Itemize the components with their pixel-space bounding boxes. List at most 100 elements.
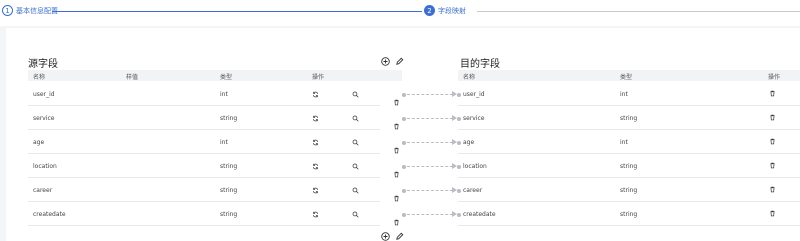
search-icon[interactable] <box>352 139 359 146</box>
table-row: location string <box>28 154 380 178</box>
search-icon[interactable] <box>352 163 359 170</box>
trash-icon[interactable] <box>393 139 400 154</box>
step-label: 字段映射 <box>438 6 466 15</box>
target-field-name: career <box>463 187 483 194</box>
source-table-header: 名称 样值 类型 操作 <box>28 70 402 81</box>
target-field-name: service <box>463 115 485 122</box>
table-row: user_id int <box>458 82 800 106</box>
column-header-type: 类型 <box>620 74 633 81</box>
refresh-icon[interactable] <box>312 115 319 122</box>
trash-icon[interactable] <box>769 186 776 193</box>
refresh-icon[interactable] <box>312 139 319 146</box>
search-icon[interactable] <box>352 211 359 218</box>
table-row: age int <box>28 130 380 154</box>
field-mapping-panel: 源字段 目的字段 名称 样值 类型 操作 名称 类型 操作 user_id in… <box>6 28 800 241</box>
source-field-type: string <box>220 163 238 170</box>
column-header-actions: 操作 <box>312 74 325 81</box>
step-field-mapping[interactable]: 2 字段映射 <box>424 5 466 16</box>
refresh-icon[interactable] <box>312 187 319 194</box>
trash-icon[interactable] <box>769 162 776 169</box>
mapping-connector[interactable] <box>393 115 461 130</box>
connector-start-dot[interactable] <box>402 165 406 169</box>
step-basic-info[interactable]: 1 基本信息配置 <box>2 5 58 16</box>
mapping-connector[interactable] <box>393 91 461 106</box>
plus-circle-icon[interactable] <box>381 232 390 241</box>
trash-icon[interactable] <box>393 187 400 202</box>
table-row: career string <box>28 178 380 202</box>
trash-icon[interactable] <box>393 163 400 178</box>
column-header-type: 类型 <box>220 74 233 81</box>
step-connector <box>52 11 422 12</box>
connector-line <box>407 214 453 215</box>
search-icon[interactable] <box>352 115 359 122</box>
connector-start-dot[interactable] <box>402 189 406 193</box>
target-field-name: user_id <box>463 91 485 98</box>
source-field-type: int <box>220 91 228 98</box>
step-connector <box>477 11 800 12</box>
target-table-header: 名称 类型 操作 <box>458 70 800 81</box>
source-field-name: service <box>33 115 55 122</box>
pencil-icon[interactable] <box>395 57 404 66</box>
step-number: 1 <box>2 5 13 16</box>
source-field-name: createdate <box>33 211 66 218</box>
trash-icon[interactable] <box>769 114 776 121</box>
target-field-type: string <box>620 187 638 194</box>
trash-icon[interactable] <box>393 91 400 106</box>
table-row: createdate string <box>458 202 800 226</box>
target-fields-title: 目的字段 <box>460 59 500 70</box>
source-fields-title: 源字段 <box>28 59 58 70</box>
connector-line <box>407 142 453 143</box>
connector-start-dot[interactable] <box>402 117 406 121</box>
plus-circle-icon[interactable] <box>381 57 390 66</box>
connector-line <box>407 94 453 95</box>
mapping-connector[interactable] <box>393 139 461 154</box>
refresh-icon[interactable] <box>312 163 319 170</box>
table-row: user_id int <box>28 82 380 106</box>
stepper: 1 基本信息配置 2 字段映射 <box>0 0 800 26</box>
mapping-connector[interactable] <box>393 163 461 178</box>
table-row: service string <box>28 106 380 130</box>
column-header-name: 名称 <box>33 74 46 81</box>
column-header-actions: 操作 <box>768 74 781 81</box>
target-field-type: string <box>620 211 638 218</box>
connector-start-dot[interactable] <box>402 213 406 217</box>
target-field-name: createdate <box>463 211 496 218</box>
mapping-connector[interactable] <box>393 211 461 226</box>
connector-line <box>407 118 453 119</box>
target-field-type: string <box>620 115 638 122</box>
source-field-name: career <box>33 187 53 194</box>
source-field-type: int <box>220 139 228 146</box>
source-field-type: string <box>220 211 238 218</box>
search-icon[interactable] <box>352 91 359 98</box>
mapping-connector[interactable] <box>393 187 461 202</box>
connector-start-dot[interactable] <box>402 141 406 145</box>
source-field-type: string <box>220 187 238 194</box>
target-field-type: string <box>620 163 638 170</box>
target-field-name: location <box>463 163 487 170</box>
connector-start-dot[interactable] <box>402 93 406 97</box>
table-row: career string <box>458 178 800 202</box>
table-row: service string <box>458 106 800 130</box>
source-field-name: user_id <box>33 91 55 98</box>
column-header-sample: 样值 <box>126 74 139 81</box>
source-field-name: location <box>33 163 57 170</box>
table-row: createdate string <box>28 202 380 226</box>
refresh-icon[interactable] <box>312 91 319 98</box>
target-field-name: age <box>463 139 475 146</box>
target-field-type: int <box>620 91 628 98</box>
connector-line <box>407 166 453 167</box>
table-row: age int <box>458 130 800 154</box>
source-field-name: age <box>33 139 45 146</box>
trash-icon[interactable] <box>393 211 400 226</box>
search-icon[interactable] <box>352 187 359 194</box>
trash-icon[interactable] <box>769 138 776 145</box>
trash-icon[interactable] <box>769 210 776 217</box>
trash-icon[interactable] <box>769 90 776 97</box>
column-header-name: 名称 <box>463 74 476 81</box>
connector-line <box>407 190 453 191</box>
trash-icon[interactable] <box>393 115 400 130</box>
pencil-icon[interactable] <box>395 232 404 241</box>
refresh-icon[interactable] <box>312 211 319 218</box>
step-number: 2 <box>424 5 435 16</box>
source-field-type: string <box>220 115 238 122</box>
